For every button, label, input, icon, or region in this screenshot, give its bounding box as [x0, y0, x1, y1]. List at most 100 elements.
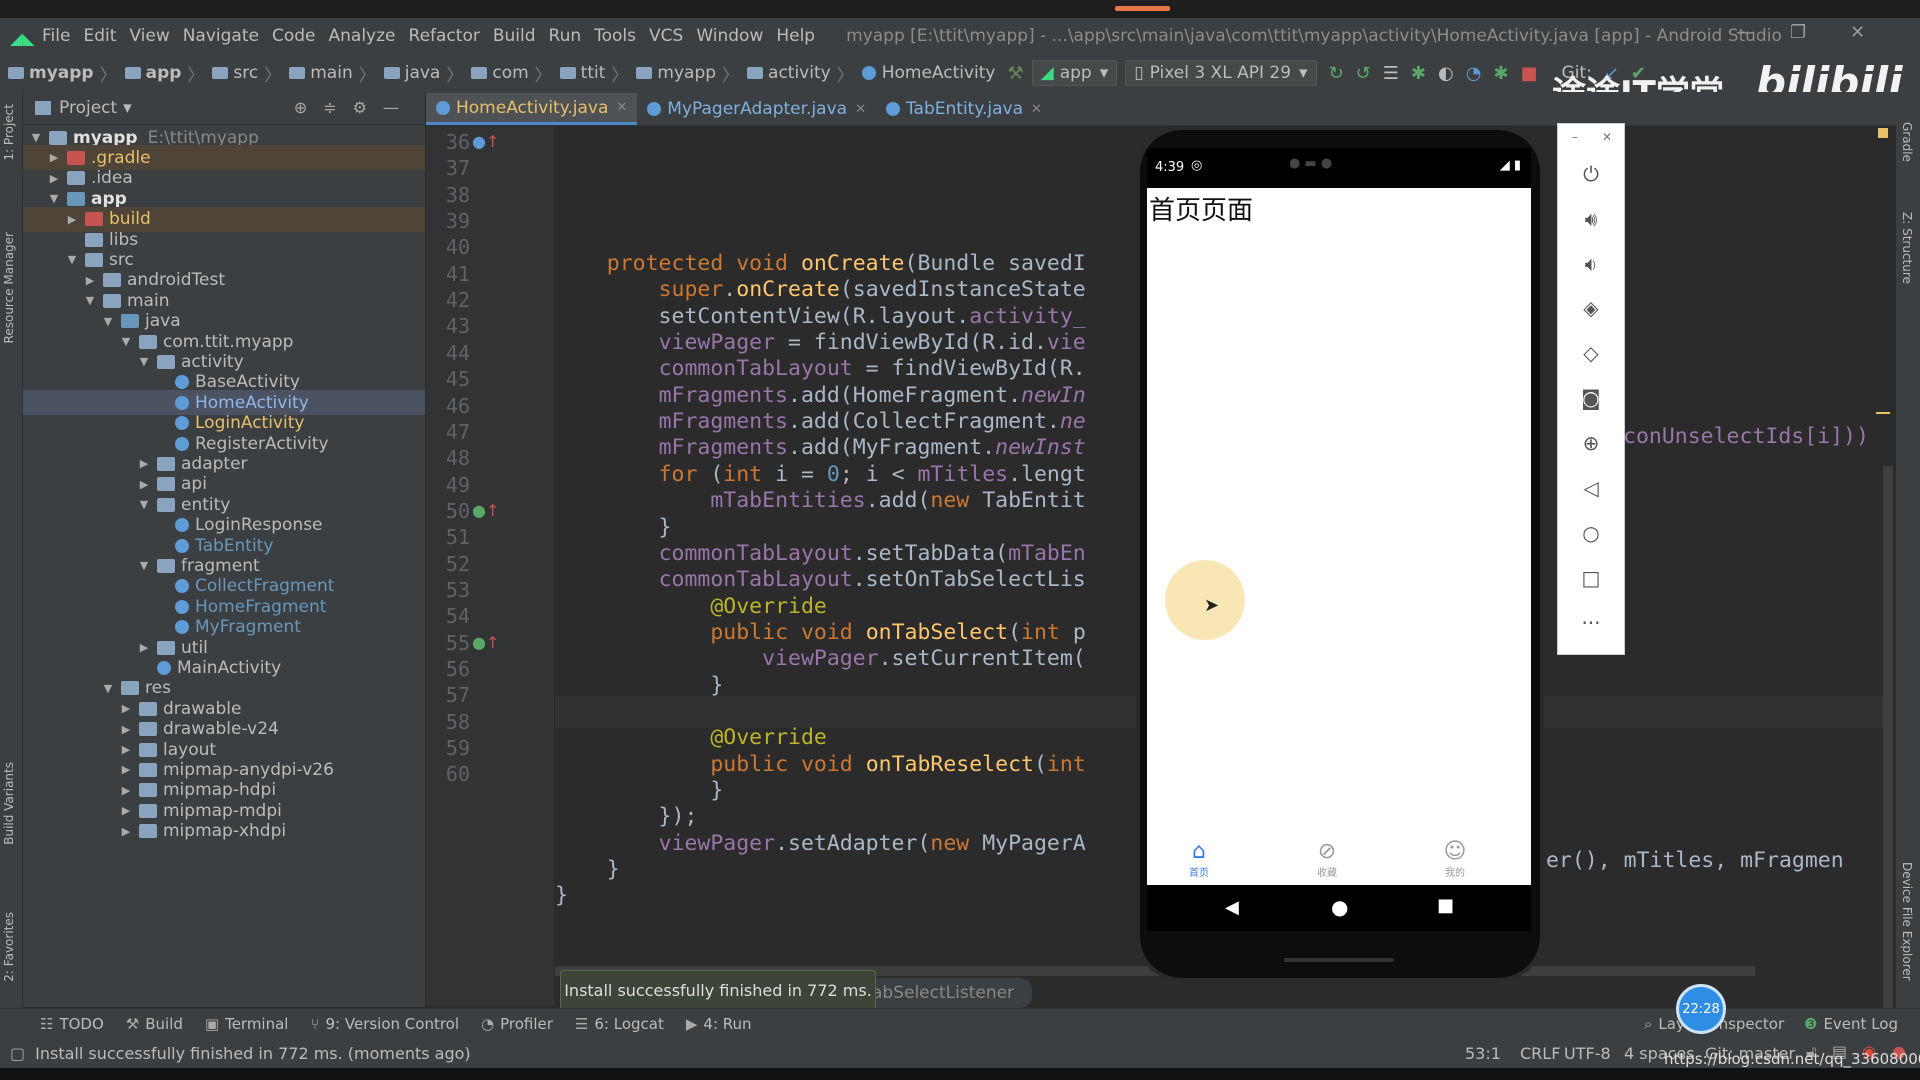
tool-window-6[interactable]: ▶ 4: Run	[686, 1015, 752, 1033]
code-breadcrumb[interactable]: abSelectListener	[852, 978, 1032, 1008]
chevron-right-icon[interactable]: ▶	[47, 172, 61, 185]
tool-window-1[interactable]: ⚒ Build	[126, 1015, 183, 1033]
editor-scrollbar[interactable]	[1883, 126, 1895, 1026]
hammer-icon[interactable]: ⚒	[1007, 63, 1023, 84]
gutter-override-icon[interactable]: ●↑	[472, 132, 499, 151]
chevron-right-icon[interactable]: ▶	[119, 763, 133, 776]
tool-window-0[interactable]: ☷ TODO	[40, 1015, 104, 1033]
chevron-right-icon[interactable]: ▶	[65, 213, 79, 226]
menu-item-navigate[interactable]: Navigate	[183, 26, 259, 46]
breadcrumb-item[interactable]: myapp 〉	[636, 61, 739, 86]
bottom-tab-1[interactable]: ⊘ 收藏	[1297, 840, 1357, 880]
volume-up-icon[interactable]: 🔊︎	[1558, 207, 1624, 231]
gutter-override-icon[interactable]: ●↑	[472, 501, 499, 520]
breadcrumb-item[interactable]: src 〉	[212, 61, 281, 86]
side-tab-resource-manager[interactable]: Resource Manager	[2, 232, 16, 343]
menu-item-analyze[interactable]: Analyze	[329, 26, 396, 46]
scrollbar-thumb[interactable]	[1883, 466, 1893, 1026]
run-list-icon[interactable]: ☰	[1383, 63, 1399, 84]
chevron-right-icon[interactable]: ▶	[119, 804, 133, 817]
chevron-right-icon[interactable]: ▶	[47, 151, 61, 164]
home-nav-icon[interactable]: ●	[1331, 895, 1348, 919]
emu-minimize-icon[interactable]: –	[1572, 130, 1578, 144]
file-encoding[interactable]: UTF-8	[1564, 1044, 1611, 1063]
close-icon[interactable]: ✕	[1031, 102, 1042, 117]
chevron-right-icon[interactable]: ▶	[119, 743, 133, 756]
chevron-right-icon[interactable]: ▶	[119, 784, 133, 797]
breadcrumb-item[interactable]: app 〉	[124, 61, 204, 86]
breadcrumb-item[interactable]: activity 〉	[747, 61, 854, 86]
overview-icon[interactable]: □	[1558, 566, 1624, 590]
gear-icon[interactable]: ⚙	[353, 98, 383, 117]
warning-marker-icon[interactable]	[1878, 128, 1888, 138]
recents-nav-icon[interactable]: ■	[1437, 895, 1454, 916]
breadcrumb-current[interactable]: HomeActivity	[861, 63, 995, 83]
breadcrumb-item[interactable]: com 〉	[471, 61, 552, 86]
chevron-down-icon[interactable]: ▼	[137, 498, 151, 511]
rotate-right-icon[interactable]: ◇	[1558, 341, 1624, 365]
menu-item-file[interactable]: File	[42, 26, 70, 46]
chevron-down-icon[interactable]: ▾	[123, 98, 132, 118]
chevron-right-icon[interactable]: ▶	[83, 274, 97, 287]
breadcrumb-item[interactable]: main 〉	[289, 61, 376, 86]
menu-item-run[interactable]: Run	[549, 26, 582, 46]
chevron-right-icon[interactable]: ▶	[119, 825, 133, 838]
bottom-tab-0[interactable]: ⌂ 首页	[1169, 840, 1229, 880]
chevron-down-icon[interactable]: ▼	[65, 253, 79, 266]
chevron-down-icon[interactable]: ▼	[47, 192, 61, 205]
hide-icon[interactable]: —	[383, 98, 415, 117]
back-icon[interactable]: ◁	[1558, 476, 1624, 500]
restore-icon[interactable]: ❐	[1790, 22, 1806, 43]
close-icon[interactable]: ✕	[855, 102, 866, 117]
chevron-down-icon[interactable]: ▼	[137, 355, 151, 368]
home-icon[interactable]: ○	[1558, 521, 1624, 545]
tool-window-2[interactable]: ▣ Terminal	[205, 1015, 289, 1033]
more-icon[interactable]: ···	[1558, 611, 1624, 635]
tree-item[interactable]: ▶ mipmap-xhdpi	[23, 819, 425, 844]
menu-item-help[interactable]: Help	[776, 26, 815, 46]
side-tab-project[interactable]: 1: Project	[2, 104, 16, 161]
chevron-down-icon[interactable]: ▼	[101, 315, 115, 328]
menu-item-refactor[interactable]: Refactor	[409, 26, 480, 46]
breadcrumb-item[interactable]: java 〉	[383, 61, 463, 86]
caret-position[interactable]: 53:1	[1465, 1044, 1501, 1063]
tool-window-3[interactable]: ⑂ 9: Version Control	[310, 1015, 459, 1033]
camera-icon[interactable]: ◙	[1558, 386, 1624, 410]
minimize-icon[interactable]: —	[1736, 22, 1754, 43]
coverage-icon[interactable]: ◐	[1438, 63, 1454, 84]
apply-code-changes-icon[interactable]: ↺	[1356, 63, 1371, 84]
profile-icon[interactable]: ◔	[1466, 63, 1482, 84]
chevron-right-icon[interactable]: ▶	[119, 702, 133, 715]
editor-tab[interactable]: TabEntity.java ✕	[876, 93, 1052, 125]
project-panel-title[interactable]: Project	[59, 98, 117, 118]
collapse-icon[interactable]: ≑	[323, 98, 352, 117]
menu-item-tools[interactable]: Tools	[594, 26, 636, 46]
status-square-icon[interactable]: ▢	[10, 1044, 25, 1063]
rotate-left-icon[interactable]: ◈	[1558, 296, 1624, 320]
breadcrumb-item[interactable]: ttit 〉	[559, 61, 628, 86]
device-select[interactable]: ▯ Pixel 3 XL API 29 ▾	[1125, 60, 1317, 86]
side-tab-gradle[interactable]: Gradle	[1900, 122, 1914, 162]
chevron-down-icon[interactable]: ▼	[119, 335, 133, 348]
tool-window-4[interactable]: ◔ Profiler	[481, 1015, 553, 1033]
line-separator[interactable]: CRLF	[1520, 1044, 1560, 1063]
editor-tab[interactable]: MyPagerAdapter.java ✕	[637, 93, 876, 125]
editor-tab[interactable]: HomeActivity.java ✕	[426, 93, 638, 125]
side-tab-device-file-explorer[interactable]: Device File Explorer	[1900, 862, 1914, 981]
chevron-down-icon[interactable]: ▼	[83, 294, 97, 307]
menu-item-vcs[interactable]: VCS	[649, 26, 683, 46]
locate-icon[interactable]: ⊕	[294, 98, 323, 117]
power-icon[interactable]: ⏻	[1558, 162, 1624, 186]
back-nav-icon[interactable]: ◀	[1225, 897, 1239, 918]
side-tab-structure[interactable]: Z: Structure	[1900, 212, 1914, 284]
run-config-select[interactable]: ◢ app ▾	[1031, 60, 1118, 86]
chevron-down-icon[interactable]: ▼	[137, 559, 151, 572]
chevron-right-icon[interactable]: ▶	[137, 641, 151, 654]
close-icon[interactable]: ✕	[1850, 22, 1865, 43]
emu-close-icon[interactable]: ✕	[1602, 130, 1612, 144]
chevron-right-icon[interactable]: ▶	[119, 723, 133, 736]
bottom-tab-2[interactable]: ☺ 我的	[1425, 840, 1485, 880]
zoom-icon[interactable]: ⊕	[1558, 431, 1624, 455]
tool-window-5[interactable]: ☰ 6: Logcat	[575, 1015, 664, 1033]
chevron-right-icon[interactable]: ▶	[137, 478, 151, 491]
